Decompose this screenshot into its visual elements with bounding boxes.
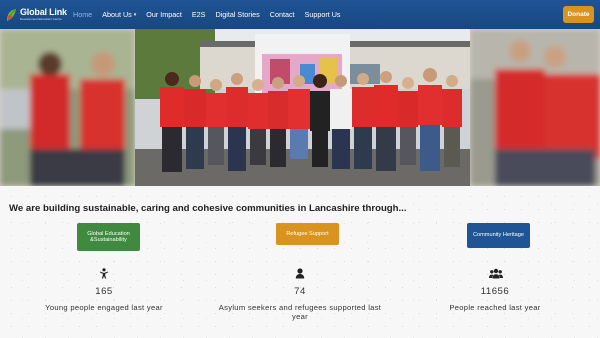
- hero-carousel[interactable]: [0, 29, 600, 186]
- logo-title: Global Link: [20, 7, 67, 17]
- person-icon: [295, 266, 305, 279]
- nav-about-us[interactable]: About Us ▾: [97, 0, 141, 29]
- logo-subtitle: Development Education Centre: [20, 17, 62, 21]
- nav-digital-stories[interactable]: Digital Stories: [210, 0, 264, 29]
- nav-digital-stories-label: Digital Stories: [215, 10, 260, 19]
- hero-image: [0, 29, 600, 186]
- stat-refugees-value: 74: [294, 286, 306, 297]
- stat-people-reached-value: 11656: [480, 286, 510, 297]
- nav-contact-label: Contact: [269, 10, 295, 19]
- nav-e2s[interactable]: E2S: [187, 0, 211, 29]
- nav-e2s-label: E2S: [191, 10, 206, 19]
- global-education-button[interactable]: Global Education &Sustainability: [77, 223, 140, 251]
- stat-people-reached-caption: People reached last year: [449, 303, 541, 312]
- logo-leaf-icon: [6, 8, 17, 22]
- stat-young-people-value: 165: [95, 286, 113, 297]
- nav-home[interactable]: Home: [68, 0, 97, 29]
- refugee-support-button[interactable]: Refugee Support: [276, 223, 339, 245]
- stat-refugees-caption: Asylum seekers and refugees supported la…: [218, 303, 382, 322]
- nav-contact[interactable]: Contact: [265, 0, 300, 29]
- nav-about-us-label: About Us: [102, 10, 132, 19]
- nav-home-label: Home: [73, 10, 93, 19]
- nav-our-impact[interactable]: Our Impact: [141, 0, 187, 29]
- nav-support-us[interactable]: Support Us: [300, 0, 346, 29]
- community-heritage-button[interactable]: Community Heritage: [467, 223, 530, 248]
- main-nav: Home About Us ▾ Our Impact E2S Digital St…: [68, 0, 346, 29]
- nav-support-us-label: Support Us: [304, 10, 341, 19]
- chevron-down-icon: ▾: [133, 11, 137, 18]
- group-icon: [489, 266, 503, 279]
- donate-button[interactable]: Donate: [563, 6, 594, 23]
- navbar: Global Link Development Education Centre…: [0, 0, 600, 29]
- nav-our-impact-label: Our Impact: [146, 10, 182, 19]
- child-icon: [99, 266, 109, 279]
- global-link-logo[interactable]: Global Link Development Education Centre: [6, 5, 68, 24]
- stat-young-people-caption: Young people engaged last year: [45, 303, 163, 312]
- section-heading: We are building sustainable, caring and …: [9, 203, 407, 214]
